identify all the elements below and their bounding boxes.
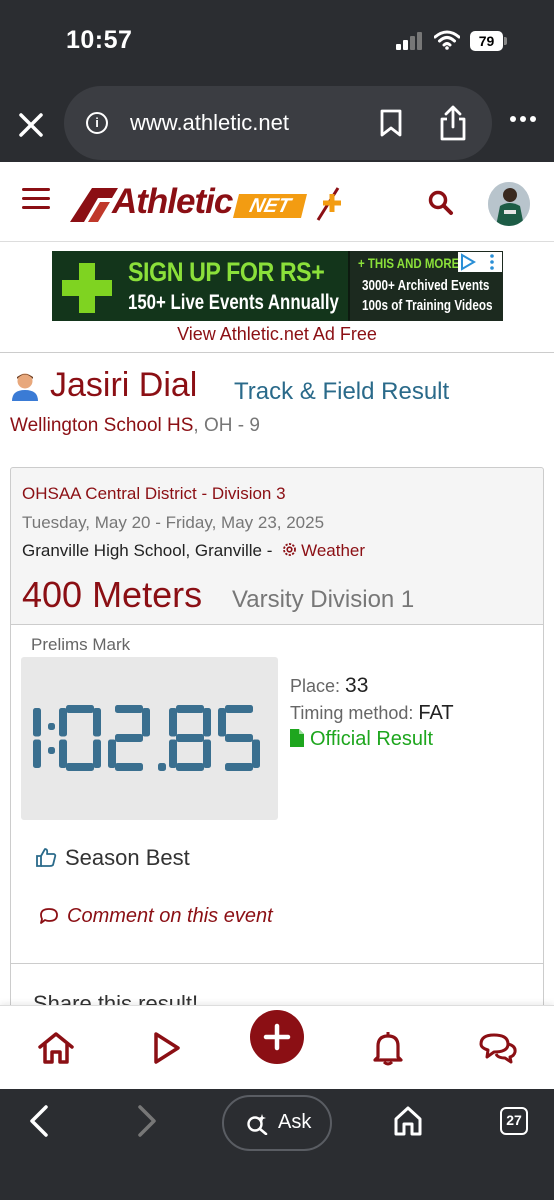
ad-plus-icon: [62, 263, 112, 313]
ad-headline: SIGN UP FOR RS+: [128, 257, 325, 287]
time-display: [33, 705, 260, 771]
panel-separator: [11, 963, 543, 964]
prelims-label: Prelims Mark: [31, 635, 131, 654]
athlete-name: Jasiri Dial: [50, 366, 198, 404]
cellular-signal-icon: [396, 32, 424, 50]
battery-nub: [504, 37, 507, 45]
place-row: Place: 33: [290, 674, 368, 698]
add-button[interactable]: [250, 1010, 304, 1064]
weather-link[interactable]: Weather: [301, 541, 365, 560]
plus-slash-icon: [316, 187, 341, 221]
status-time: 10:57: [66, 26, 133, 54]
ad-free-link[interactable]: View Athletic.net Ad Free: [0, 324, 554, 345]
forward-arrow-icon[interactable]: [132, 1103, 160, 1139]
messages-chat-icon[interactable]: [478, 1030, 518, 1066]
ask-sparkle-search-icon: [247, 1114, 268, 1135]
logo-net-badge: NET: [233, 194, 307, 218]
site-info-icon[interactable]: i: [86, 112, 108, 134]
more-options-button[interactable]: [506, 116, 540, 126]
event-name: 400 Meters: [22, 574, 203, 615]
athletic-net-logo[interactable]: Athletic NET: [68, 180, 348, 226]
season-best-label: Season Best: [65, 845, 190, 870]
wifi-icon: [434, 30, 460, 50]
time-digit: [218, 705, 260, 771]
time-digit: [169, 705, 211, 771]
weather-gear-icon: [283, 543, 297, 556]
venue-text: Granville High School, Granville -: [22, 541, 278, 560]
timing-row: Timing method: FAT: [290, 702, 454, 725]
bookmark-icon[interactable]: [378, 108, 404, 138]
school-link[interactable]: Wellington School HS: [10, 415, 193, 436]
meet-dates: Tuesday, May 20 - Friday, May 23, 2025: [22, 513, 325, 532]
timing-label: Timing method:: [290, 703, 414, 723]
document-icon: [290, 729, 304, 747]
ad-subline: 150+ Live Events Annually: [128, 291, 339, 314]
site-header: Athletic NET: [0, 162, 554, 242]
timing-value: FAT: [418, 702, 454, 724]
ad-right-line2: 3000+ Archived Events: [362, 277, 490, 294]
school-line: Wellington School HS, OH - 9: [10, 415, 260, 437]
browser-home-icon[interactable]: [393, 1105, 423, 1137]
comment-link[interactable]: Comment on this event: [39, 905, 273, 928]
official-result-link[interactable]: Official Result: [290, 728, 433, 751]
time-digit: [59, 705, 101, 771]
time-digit: [33, 708, 41, 768]
battery-indicator: 79: [470, 31, 503, 51]
logo-text: Athletic: [112, 182, 233, 221]
season-best-row: Season Best: [35, 845, 190, 871]
menu-icon[interactable]: [22, 188, 50, 210]
ad-choices-icon[interactable]: [458, 252, 502, 272]
athlete-icon: [12, 373, 38, 401]
app-bottom-nav: [0, 1005, 554, 1089]
back-arrow-icon[interactable]: [26, 1103, 54, 1139]
time-decimal-point: [158, 763, 166, 771]
official-result-label: Official Result: [310, 728, 434, 750]
notifications-bell-icon[interactable]: [368, 1030, 408, 1066]
result-type-link[interactable]: Track & Field Result: [234, 378, 449, 406]
status-bar: 10:57 79: [0, 0, 554, 86]
event-division: Varsity Division 1: [232, 586, 415, 613]
ad-left-panel: SIGN UP FOR RS+ 150+ Live Events Annuall…: [52, 251, 348, 321]
ask-button[interactable]: Ask: [222, 1095, 332, 1151]
meet-name-link[interactable]: OHSAA Central District - Division 3: [22, 484, 286, 504]
plus-icon: [263, 1023, 291, 1051]
user-avatar[interactable]: [488, 182, 530, 226]
ad-right-line1: + THIS AND MORE: [358, 255, 460, 271]
browser-bottom-bar: Ask 27: [0, 1089, 554, 1200]
share-icon[interactable]: [436, 104, 470, 142]
time-colon: [48, 723, 55, 754]
time-digit: [108, 705, 150, 771]
tab-switcher-button[interactable]: 27: [500, 1107, 528, 1135]
school-state-grade: , OH - 9: [193, 415, 260, 436]
place-value: 33: [345, 674, 369, 697]
thumbs-up-icon: [36, 848, 57, 867]
search-icon[interactable]: [428, 190, 454, 216]
comment-link-label: Comment on this event: [67, 905, 273, 927]
ask-label: Ask: [278, 1111, 312, 1133]
result-card: OHSAA Central District - Division 3 Tues…: [10, 467, 544, 1089]
venue-line: Granville High School, Granville - Weath…: [22, 541, 365, 561]
browser-toolbar: i www.athletic.net: [0, 86, 554, 162]
home-nav-icon[interactable]: [36, 1030, 76, 1066]
ad-right-line3: 100s of Training Videos: [362, 297, 493, 314]
close-tab-button[interactable]: [14, 108, 48, 142]
time-display-box: [21, 657, 278, 820]
comment-icon: [40, 908, 58, 924]
play-nav-icon[interactable]: [146, 1030, 186, 1066]
ad-banner[interactable]: SIGN UP FOR RS+ 150+ Live Events Annuall…: [52, 251, 503, 321]
place-label: Place:: [290, 676, 341, 696]
divider: [0, 352, 554, 353]
web-page: Athletic NET SIGN UP FOR RS+ 150+ Live E…: [0, 162, 554, 1089]
url-text[interactable]: www.athletic.net: [130, 110, 289, 136]
